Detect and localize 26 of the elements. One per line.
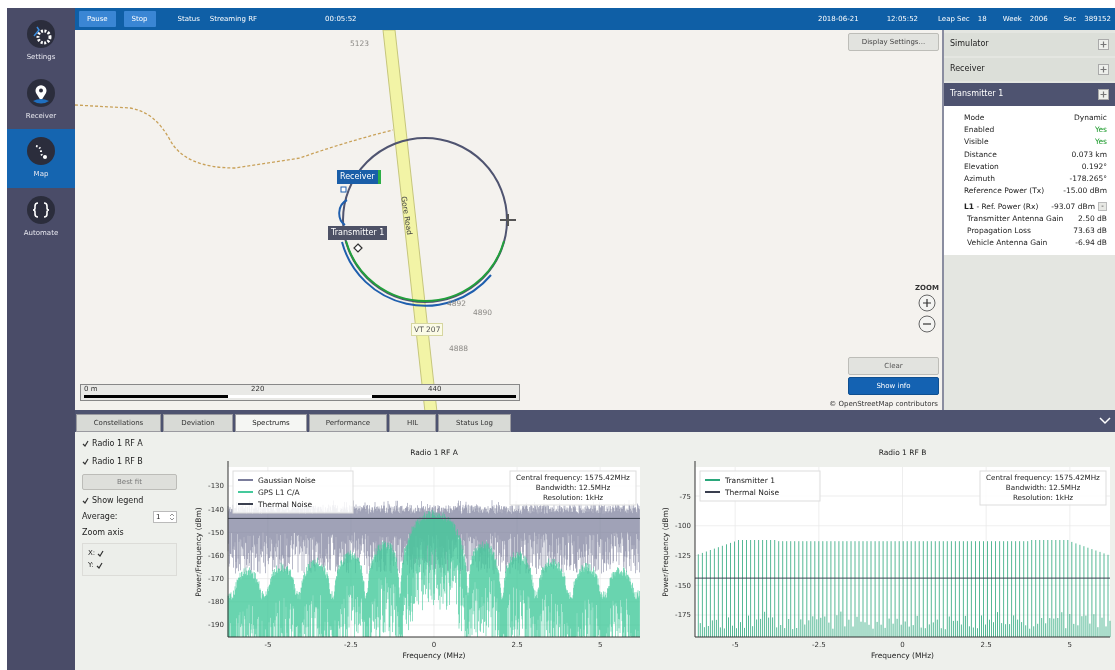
checkmark-icon bbox=[82, 440, 89, 448]
zoom-out-icon[interactable] bbox=[918, 314, 936, 333]
section-header[interactable]: Transmitter 1 bbox=[944, 82, 1115, 106]
gear-icon bbox=[27, 20, 55, 48]
marker-label: Transmitter 1 bbox=[328, 225, 388, 240]
section-header[interactable]: Receiver bbox=[944, 57, 1115, 81]
checkbox[interactable]: Radio 1 RF B bbox=[82, 456, 190, 468]
checkbox[interactable]: Show legend bbox=[82, 495, 190, 507]
curly-braces-icon bbox=[27, 195, 55, 224]
dotted-route-icon bbox=[27, 137, 55, 165]
checkmark-icon bbox=[82, 497, 89, 505]
location-pin-icon bbox=[27, 78, 55, 107]
crosshair-marker bbox=[499, 212, 517, 227]
plus-icon[interactable] bbox=[1098, 63, 1109, 75]
average-label: Average: bbox=[82, 511, 118, 523]
plus-icon[interactable] bbox=[1098, 88, 1109, 100]
diamond-marker bbox=[353, 243, 363, 253]
group-title: Zoom axis bbox=[82, 527, 125, 539]
checkbox[interactable]: Radio 1 RF A bbox=[82, 438, 190, 450]
checkmark-icon bbox=[82, 458, 89, 466]
plus-icon[interactable] bbox=[1098, 38, 1109, 50]
marker-label: Receiver bbox=[337, 169, 381, 184]
zoom-in-icon[interactable] bbox=[918, 293, 936, 312]
spin-arrows-icon[interactable] bbox=[170, 513, 174, 521]
section-header[interactable]: Simulator bbox=[944, 32, 1115, 56]
chevron-down-icon[interactable] bbox=[1099, 417, 1111, 426]
